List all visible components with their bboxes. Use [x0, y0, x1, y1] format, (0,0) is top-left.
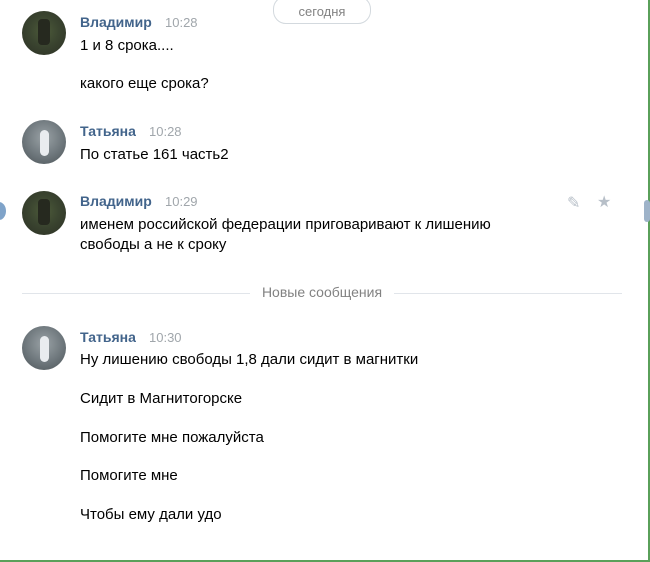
message-time[interactable]: 10:30	[149, 330, 182, 345]
message-text: 1 и 8 срока....	[80, 37, 174, 54]
avatar[interactable]	[22, 11, 66, 55]
message-text: Помогите мне пожалуйста	[80, 429, 264, 446]
divider-line	[394, 293, 622, 294]
message-text: Ну лишению свободы 1,8 дали сидит в магн…	[80, 351, 419, 368]
message-text: По статье 161 часть2	[80, 146, 229, 163]
author-name[interactable]: Татьяна	[80, 123, 136, 139]
date-divider: сегодня	[273, 0, 371, 24]
new-messages-divider: Новые сообщения	[250, 284, 394, 300]
avatar[interactable]	[22, 191, 66, 235]
scrollbar-thumb[interactable]	[644, 200, 650, 222]
message-text: Чтобы ему дали удо	[80, 506, 222, 523]
star-icon[interactable]: ★	[597, 192, 611, 212]
message-time[interactable]: 10:28	[149, 124, 182, 139]
avatar[interactable]	[22, 326, 66, 370]
message-text: какого еще срока?	[80, 75, 209, 92]
author-name[interactable]: Владимир	[80, 14, 152, 30]
message-text: Помогите мне	[80, 467, 178, 484]
author-name[interactable]: Татьяна	[80, 329, 136, 345]
message-text: именем российской федерации приговариваю…	[80, 216, 491, 253]
divider-line	[22, 293, 250, 294]
message-text: Сидит в Магнитогорске	[80, 390, 243, 407]
message-time[interactable]: 10:28	[165, 15, 198, 30]
message-time[interactable]: 10:29	[165, 194, 198, 209]
pencil-icon[interactable]: ✎	[567, 193, 580, 213]
author-name[interactable]: Владимир	[80, 193, 152, 209]
avatar[interactable]	[22, 120, 66, 164]
